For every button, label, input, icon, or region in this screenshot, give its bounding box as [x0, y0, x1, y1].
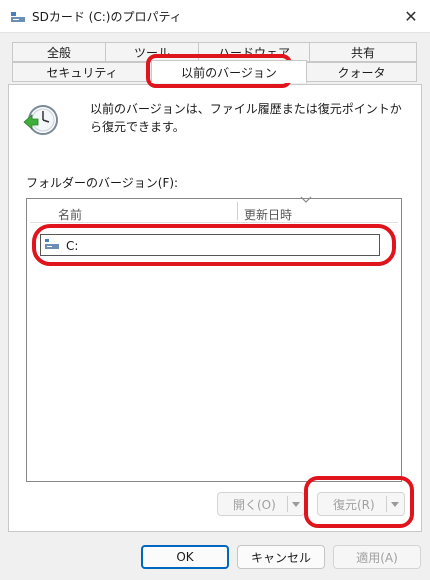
tab-security[interactable]: セキュリティ	[12, 62, 152, 82]
column-header-name[interactable]: 名前	[58, 206, 82, 223]
open-button-label: 開く(O)	[233, 497, 276, 512]
tab-general[interactable]: 全般	[12, 42, 106, 62]
tab-hardware[interactable]: ハードウェア	[198, 42, 310, 62]
apply-button[interactable]: 適用(A)	[333, 545, 421, 569]
ok-button[interactable]: OK	[141, 545, 229, 569]
tab-tools[interactable]: ツール	[105, 42, 199, 62]
tab-sharing[interactable]: 共有	[309, 42, 417, 62]
sort-caret-icon	[300, 196, 312, 203]
close-button[interactable]: ✕	[396, 4, 426, 28]
column-separator	[237, 202, 238, 220]
list-header-divider	[30, 222, 398, 223]
window-title: SDカード (C:)のプロパティ	[32, 10, 182, 24]
list-item-name: C:	[66, 239, 79, 253]
drive-icon	[45, 239, 59, 249]
cancel-button[interactable]: キャンセル	[237, 545, 325, 569]
open-split-divider	[287, 496, 288, 512]
restore-button-label: 復元(R)	[333, 497, 375, 512]
drive-icon	[11, 12, 25, 22]
history-clock-icon	[23, 105, 58, 135]
column-header-modified[interactable]: 更新日時	[244, 206, 292, 223]
restore-dropdown-chevron-down-icon[interactable]	[391, 502, 399, 507]
tab-previous-versions[interactable]: 以前のバージョン	[151, 60, 307, 83]
folder-versions-label: フォルダーのバージョン(F):	[26, 176, 179, 190]
list-item[interactable]	[40, 234, 380, 256]
restore-split-divider	[386, 496, 387, 512]
open-dropdown-chevron-down-icon[interactable]	[292, 502, 300, 507]
info-description: 以前のバージョンは、ファイル履歴または復元ポイントから復元できます。	[90, 102, 402, 134]
tab-quota[interactable]: クォータ	[306, 62, 417, 82]
